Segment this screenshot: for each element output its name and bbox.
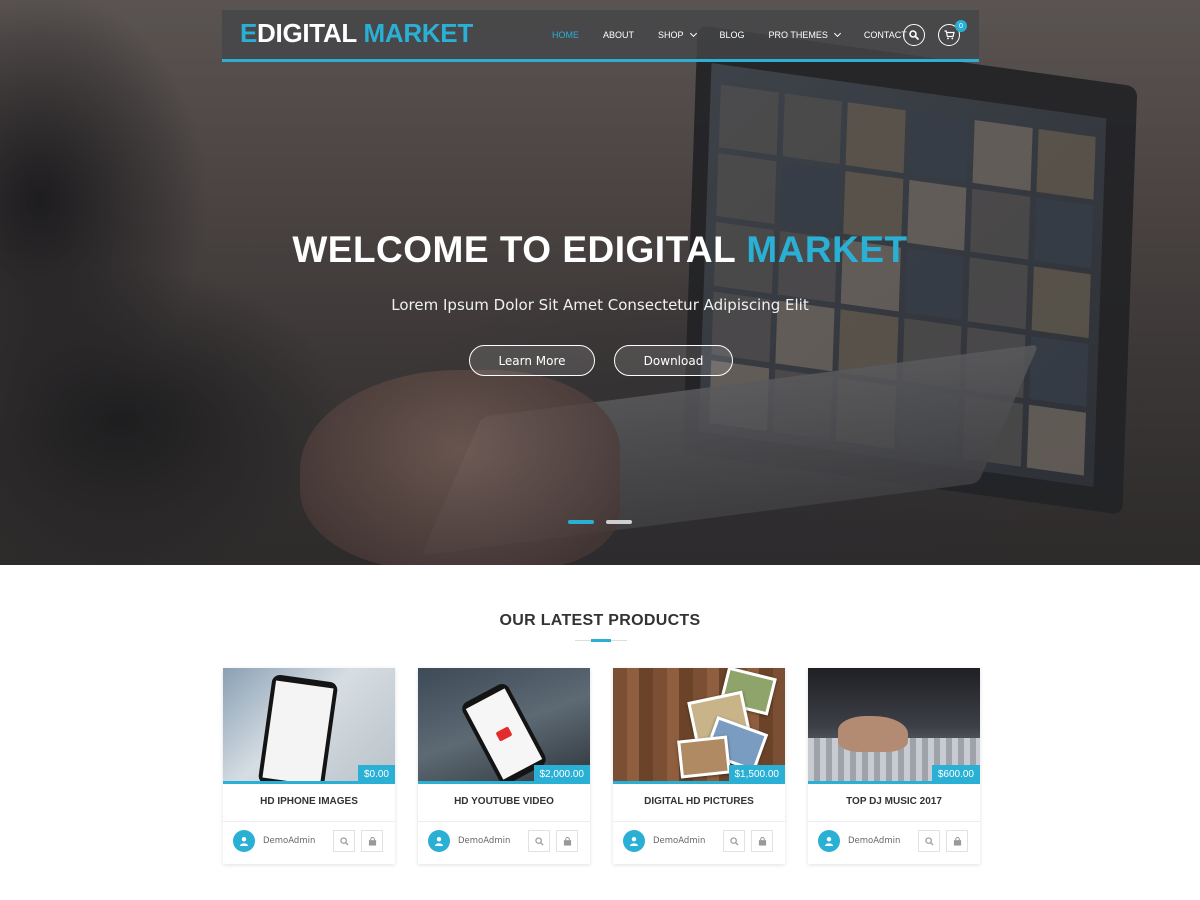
search-icon [924,836,934,846]
author-avatar [623,830,645,852]
quick-view-button[interactable] [528,830,550,852]
product-title[interactable]: DIGITAL HD PICTURES [613,796,785,807]
nav-item-label: CONTACT [863,29,907,40]
hero-overlay [0,0,1200,565]
hero-title-highlight: MARKET [746,229,908,270]
shopping-bag-icon [758,836,766,846]
chevron-down-icon [689,29,697,37]
nav-item-about[interactable]: ABOUT [603,30,634,40]
nav-item-label: PRO THEMES [768,29,828,40]
play-icon [495,726,513,742]
add-to-cart-button[interactable] [751,830,773,852]
price-badge: $2,000.00 [533,765,590,784]
product-title[interactable]: HD IPHONE IMAGES [223,796,395,807]
nav-item-label: ABOUT [603,29,635,40]
logo-word-market: MARKET [363,18,473,48]
product-image-youtube[interactable]: $2,000.00 [418,668,590,784]
user-icon [630,837,638,846]
card-divider [613,821,785,822]
price-badge: $0.00 [357,765,395,784]
nav-item-label: HOME [552,29,579,40]
shopping-bag-icon [953,836,961,846]
price-badge: $1,500.00 [728,765,785,784]
quick-view-button[interactable] [918,830,940,852]
slider-dot-2[interactable] [606,520,632,524]
author-avatar [428,830,450,852]
author-avatar [233,830,255,852]
product-card[interactable]: $600.00 TOP DJ MUSIC 2017 DemoAdmin [808,668,980,864]
product-title[interactable]: HD YOUTUBE VIDEO [418,796,590,807]
nav-item-label: SHOP [658,29,684,40]
add-to-cart-button[interactable] [361,830,383,852]
quick-view-button[interactable] [333,830,355,852]
add-to-cart-button[interactable] [556,830,578,852]
chevron-down-icon [833,29,841,37]
nav-item-blog[interactable]: BLOG [720,30,745,40]
nav-item-contact[interactable]: CONTACT [864,30,907,40]
card-divider [808,821,980,822]
logo-word-digital: DIGITAL [257,18,357,48]
hand-image [838,716,908,752]
product-card[interactable]: $1,500.00 DIGITAL HD PICTURES DemoAdmin [613,668,785,864]
product-title[interactable]: TOP DJ MUSIC 2017 [808,796,980,807]
product-card[interactable]: $0.00 HD IPHONE IMAGES DemoAdmin [223,668,395,864]
author-avatar [818,830,840,852]
search-icon [909,30,919,40]
nav-item-shop[interactable]: SHOP [658,29,697,40]
hero-title: WELCOME TO EDIGITAL MARKET [0,229,1200,271]
card-divider [223,821,395,822]
learn-more-button[interactable]: Learn More [469,345,595,376]
author-name[interactable]: DemoAdmin [653,836,705,846]
author-name[interactable]: DemoAdmin [848,836,900,846]
main-menu: HOME ABOUT SHOP BLOG PRO THEMES CONTACT [552,10,931,59]
logo-letter-e: E [240,18,258,48]
add-to-cart-button[interactable] [946,830,968,852]
card-divider [418,821,590,822]
nav-item-home[interactable]: HOME [552,30,579,40]
product-image-iphone[interactable]: $0.00 [223,668,395,784]
search-button[interactable] [903,24,925,46]
search-icon [729,836,739,846]
nav-item-pro-themes[interactable]: PRO THEMES [768,29,841,40]
quick-view-button[interactable] [723,830,745,852]
phone-image [257,673,339,784]
search-icon [534,836,544,846]
hero-title-main: WELCOME TO EDIGITAL [292,229,747,270]
author-name[interactable]: DemoAdmin [458,836,510,846]
search-icon [339,836,349,846]
site-logo[interactable]: EDIGITAL MARKET [240,18,473,49]
slider-dot-1-active[interactable] [568,520,594,524]
shopping-bag-icon [368,836,376,846]
product-image-pictures[interactable]: $1,500.00 [613,668,785,784]
nav-item-label: BLOG [719,29,745,40]
user-icon [825,837,833,846]
title-divider-accent [591,639,611,642]
user-icon [240,837,248,846]
section-title: OUR LATEST PRODUCTS [499,612,701,629]
photo-print [677,735,731,779]
hero-slider [0,0,1200,565]
cart-icon [944,30,955,40]
top-navbar: EDIGITAL MARKET HOME ABOUT SHOP BLOG PRO… [222,10,979,62]
user-icon [435,837,443,846]
download-button[interactable]: Download [614,345,733,376]
price-badge: $600.00 [931,765,980,784]
hero-subtitle: Lorem Ipsum Dolor Sit Amet Consectetur A… [391,296,809,314]
product-card[interactable]: $2,000.00 HD YOUTUBE VIDEO DemoAdmin [418,668,590,864]
author-name[interactable]: DemoAdmin [263,836,315,846]
product-image-dj[interactable]: $600.00 [808,668,980,784]
shopping-bag-icon [563,836,571,846]
cart-count-badge: 0 [955,20,967,32]
